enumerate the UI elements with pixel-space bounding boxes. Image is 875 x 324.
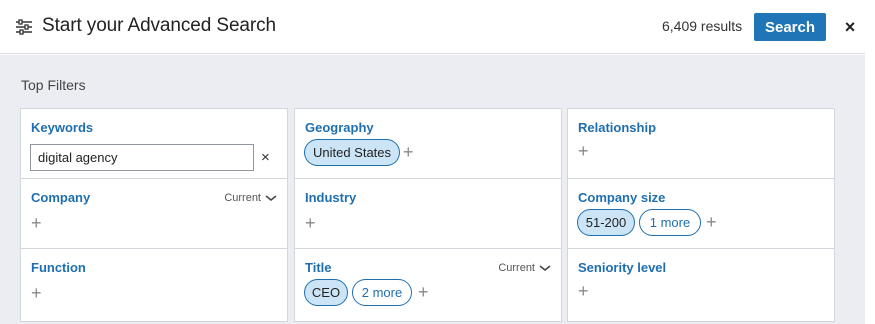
modal-title: Start your Advanced Search (42, 15, 276, 36)
results-count: 6,409 results (662, 18, 743, 34)
filter-relationship: Relationship + (568, 109, 834, 179)
more-pill[interactable]: 1 more (639, 209, 701, 236)
filter-label: Relationship (578, 120, 657, 135)
selected-pill[interactable]: CEO (304, 279, 348, 306)
modal-header: Start your Advanced Search 6,409 results… (0, 0, 865, 54)
add-icon[interactable]: + (31, 284, 42, 302)
filter-column-1: Keywords × Company Current + Function + (20, 108, 288, 322)
clear-icon[interactable]: × (261, 149, 270, 166)
selected-pill[interactable]: 51-200 (577, 209, 635, 236)
filter-company-size: Company size 51-200 1 more + (568, 179, 834, 249)
filter-label: Company (31, 190, 91, 205)
filter-label: Function (31, 260, 86, 275)
section-heading: Top Filters (21, 77, 86, 93)
scope-dropdown[interactable]: Current (498, 262, 551, 274)
filter-column-3: Relationship + Company size 51-200 1 mor… (567, 108, 835, 322)
filter-seniority: Seniority level + (568, 249, 834, 319)
add-icon[interactable]: + (578, 282, 589, 300)
add-icon[interactable]: + (706, 213, 717, 231)
filter-function: Function + (21, 249, 287, 319)
filter-column-2: Geography United States + Industry + Tit… (294, 108, 562, 322)
add-icon[interactable]: + (403, 143, 414, 161)
scope-dropdown[interactable]: Current (224, 192, 277, 204)
search-button[interactable]: Search (754, 13, 826, 41)
advanced-search-modal: Start your Advanced Search 6,409 results… (0, 0, 865, 324)
scope-label: Current (498, 262, 535, 274)
sliders-icon (16, 19, 32, 35)
add-icon[interactable]: + (418, 283, 429, 301)
chevron-down-icon (539, 265, 551, 271)
filter-company: Company Current + (21, 179, 287, 249)
filter-label: Seniority level (578, 260, 667, 275)
selected-pill[interactable]: United States (304, 139, 400, 166)
add-icon[interactable]: + (31, 214, 42, 232)
filter-label: Geography (305, 120, 374, 135)
close-icon[interactable]: × (840, 15, 860, 39)
add-icon[interactable]: + (578, 142, 589, 160)
filter-label: Title (305, 260, 332, 275)
filter-geography: Geography United States + (295, 109, 561, 179)
filter-keywords: Keywords × (21, 109, 287, 179)
filter-title: Title Current CEO 2 more + (295, 249, 561, 319)
filter-label: Company size (578, 190, 666, 205)
add-icon[interactable]: + (305, 214, 316, 232)
scope-label: Current (224, 192, 261, 204)
filter-label: Industry (305, 190, 357, 205)
filter-label: Keywords (31, 120, 94, 135)
filter-industry: Industry + (295, 179, 561, 249)
more-pill[interactable]: 2 more (352, 279, 412, 306)
keywords-input[interactable] (30, 144, 254, 171)
filters-area: Top Filters Keywords × Company Current +… (0, 55, 865, 324)
chevron-down-icon (265, 195, 277, 201)
